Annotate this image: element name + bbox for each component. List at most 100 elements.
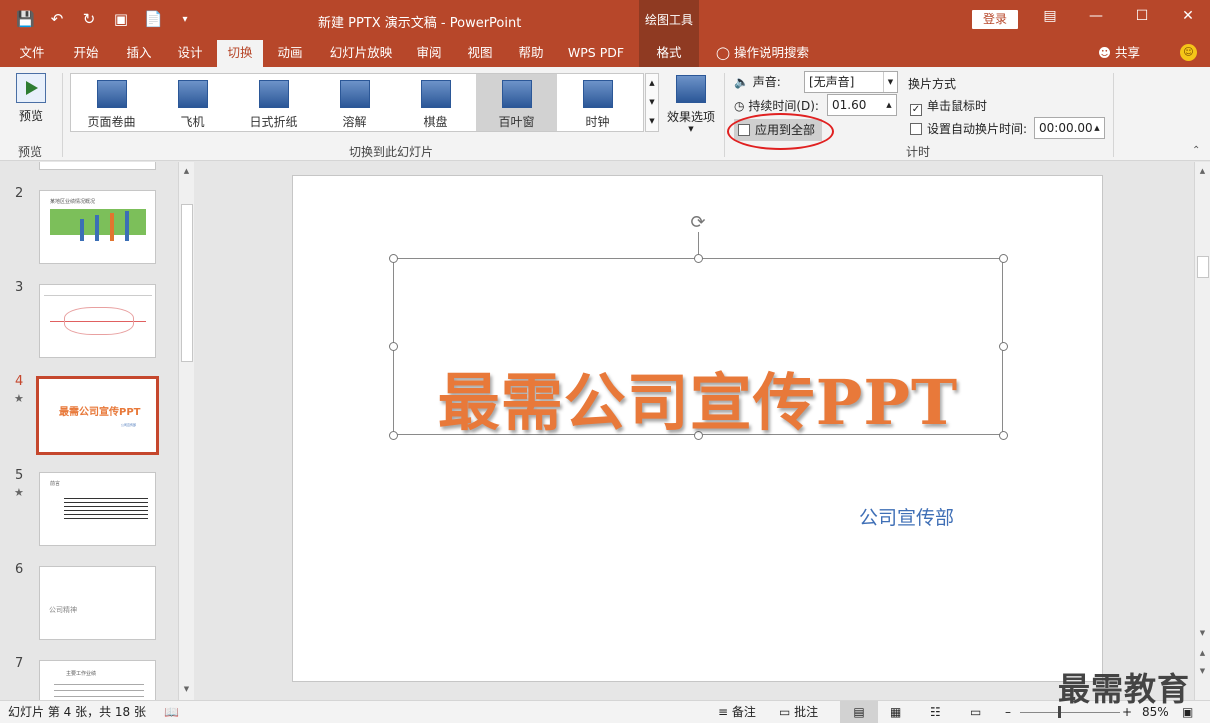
speaker-icon: 🔈 — [734, 75, 749, 89]
zoom-out-icon[interactable]: – — [1005, 701, 1011, 723]
resize-handle[interactable] — [999, 342, 1008, 351]
thumb-text-lines — [54, 679, 144, 699]
gallery-down-icon[interactable]: ▼ — [646, 93, 658, 112]
tab-insert[interactable]: 插入 — [115, 40, 163, 67]
transition-checkerboard[interactable]: 棋盘 — [395, 74, 476, 131]
stepper-arrows-icon: ▲ — [1094, 124, 1100, 132]
close-icon[interactable]: ✕ — [1176, 8, 1200, 24]
scrollbar-thumb[interactable] — [1197, 256, 1209, 278]
share-button[interactable]: ☻ 共享 — [1098, 40, 1140, 65]
after-time-checkbox[interactable]: 设置自动换片时间: — [910, 120, 1027, 137]
slide-thumbnail-4[interactable]: 最需公司宣传PPT 公司宣传部 — [36, 376, 159, 455]
login-button[interactable]: 登录 — [972, 10, 1018, 29]
tell-me-search[interactable]: ◯ 操作说明搜索 — [716, 40, 809, 65]
reading-view-icon[interactable]: ☷ — [930, 701, 941, 723]
notes-button[interactable]: ≡ 备注 — [718, 701, 756, 723]
zoom-slider[interactable] — [1020, 712, 1120, 713]
current-slide: ⟳ 最需公司宣传PPT 公司宣传部 — [292, 175, 1103, 682]
thumb-text-lines — [64, 495, 148, 519]
ribbon-display-icon[interactable]: ▤ — [1038, 8, 1062, 24]
feedback-smiley-icon[interactable]: ☺ — [1180, 44, 1197, 61]
tab-format[interactable]: 格式 — [639, 40, 699, 67]
transition-dissolve[interactable]: 溶解 — [314, 74, 395, 131]
comments-button[interactable]: ▭ 批注 — [779, 701, 818, 723]
tab-wps-pdf[interactable]: WPS PDF — [558, 40, 634, 67]
share-label: 共享 — [1115, 45, 1141, 60]
slide-thumbnail-3[interactable] — [39, 284, 156, 358]
tab-help[interactable]: 帮助 — [508, 40, 554, 67]
scrollbar-thumb[interactable] — [181, 204, 193, 362]
timing-group-label: 计时 — [906, 145, 931, 159]
resize-handle[interactable] — [999, 254, 1008, 263]
minimize-icon[interactable]: — — [1084, 8, 1108, 24]
scroll-up-icon[interactable]: ▲ — [1195, 164, 1210, 179]
normal-view-icon[interactable]: ▤ — [840, 701, 878, 723]
duration-stepper[interactable]: 01.60 ▲ — [827, 94, 897, 116]
new-file-icon[interactable]: 📄 — [144, 10, 163, 28]
transition-clock[interactable]: 时钟 — [557, 74, 638, 131]
tab-animations[interactable]: 动画 — [266, 40, 314, 67]
on-click-checkbox[interactable]: ✓ 单击鼠标时 — [910, 97, 987, 116]
slide-thumbnail-pane: 2 某地区业绩情况概况 3 4 ★ 最需公司宣传PPT 公司宣传部 5 ★ 前言… — [0, 162, 178, 700]
resize-handle[interactable] — [389, 342, 398, 351]
effect-options-icon — [676, 75, 706, 103]
rotate-handle-icon[interactable]: ⟳ — [688, 213, 708, 233]
tab-file[interactable]: 文件 — [9, 40, 55, 67]
slide-subtitle-text[interactable]: 公司宣传部 — [859, 503, 954, 530]
notes-icon: ≡ — [718, 705, 729, 719]
spell-check-icon[interactable]: 📖 — [164, 701, 179, 723]
thumbnail-scrollbar[interactable]: ▲ ▼ — [178, 162, 194, 700]
resize-handle[interactable] — [389, 254, 398, 263]
scroll-down-icon[interactable]: ▼ — [179, 682, 194, 697]
preview-button[interactable]: 预览 — [10, 73, 52, 124]
thumb-chart-bar — [95, 215, 99, 241]
slide-thumbnail-5[interactable]: 前言 — [39, 472, 156, 546]
maximize-icon[interactable]: ☐ — [1130, 8, 1154, 24]
tab-review[interactable]: 审阅 — [406, 40, 452, 67]
slide-thumbnail-1[interactable] — [39, 162, 156, 170]
resize-handle[interactable] — [694, 254, 703, 263]
slide-thumbnail-2[interactable]: 某地区业绩情况概况 — [39, 190, 156, 264]
slide-sorter-icon[interactable]: ▦ — [890, 701, 901, 723]
save-icon[interactable]: 💾 — [16, 10, 35, 28]
customize-qat-icon[interactable]: ▾ — [176, 14, 194, 25]
tab-home[interactable]: 开始 — [62, 40, 110, 67]
quick-access-toolbar: 💾 ↶ ↻ ▣ 📄 ▾ — [16, 10, 194, 28]
scroll-down-icon[interactable]: ▼ — [1195, 626, 1210, 641]
effect-options-button[interactable]: 效果选项 ▼ — [663, 75, 719, 133]
slideshow-icon[interactable]: ▭ — [970, 701, 981, 723]
present-icon[interactable]: ▣ — [112, 10, 130, 28]
slide-thumbnail-7[interactable]: 主要工作业绩 — [39, 660, 156, 700]
redo-icon[interactable]: ↻ — [80, 10, 98, 28]
gallery-up-icon[interactable]: ▲ — [646, 74, 658, 93]
tab-slideshow[interactable]: 幻灯片放映 — [320, 40, 402, 67]
tab-transitions[interactable]: 切换 — [217, 40, 263, 67]
sound-row: 🔈 声音: — [734, 73, 781, 90]
tab-view[interactable]: 视图 — [457, 40, 503, 67]
transition-origami[interactable]: 日式折纸 — [233, 74, 314, 131]
thumb-title: 前言 — [50, 481, 61, 487]
next-slide-icon[interactable]: ▼ — [1195, 664, 1210, 679]
notes-label: 备注 — [731, 705, 756, 719]
clock-icon: ◷ — [734, 99, 745, 113]
undo-icon[interactable]: ↶ — [48, 10, 66, 28]
collapse-ribbon-icon[interactable]: ⌃ — [1192, 145, 1200, 156]
tab-design[interactable]: 设计 — [166, 40, 214, 67]
ribbon-separator — [62, 73, 63, 157]
transition-airplane[interactable]: 飞机 — [152, 74, 233, 131]
previous-slide-icon[interactable]: ▲ — [1195, 646, 1210, 661]
slide-title-text[interactable]: 最需公司宣传PPT — [393, 352, 1003, 442]
sound-select[interactable]: [无声音] ▼ — [804, 71, 898, 93]
slide-editor: ⟳ 最需公司宣传PPT 公司宣传部 — [199, 162, 1195, 700]
scroll-up-icon[interactable]: ▲ — [179, 164, 194, 179]
gallery-more-icon[interactable]: ▼ — [646, 112, 658, 131]
transition-blinds[interactable]: 百叶窗 — [476, 74, 557, 131]
slide-number: 5 — [15, 468, 24, 483]
after-time-stepper[interactable]: 00:00.00 ▲ — [1034, 117, 1105, 139]
slide-thumbnail-6[interactable]: 公司精神 — [39, 566, 156, 640]
editor-scrollbar[interactable]: ▲ ▼ ▲ ▼ — [1194, 162, 1210, 700]
checkerboard-icon — [420, 80, 451, 108]
drawing-tools-context-label: 绘图工具 — [639, 0, 699, 40]
transition-page-curl[interactable]: 页面卷曲 — [71, 74, 152, 131]
ribbon-separator — [724, 73, 725, 157]
